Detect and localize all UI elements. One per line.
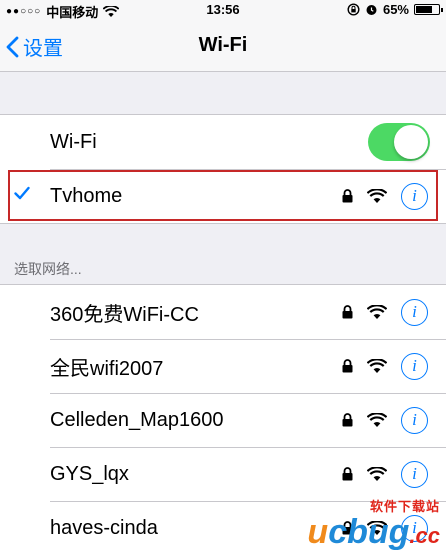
wifi-signal-icon — [367, 412, 387, 427]
info-icon: i — [412, 464, 417, 483]
watermark-wordmark: ucbug.cc — [307, 515, 440, 553]
rotation-lock-icon — [347, 3, 360, 16]
info-button[interactable]: i — [401, 406, 428, 434]
wifi-signal-icon — [367, 466, 387, 481]
info-icon: i — [412, 302, 417, 321]
network-row[interactable]: GYS_lqx i — [0, 447, 446, 501]
network-name: Celleden_Map1600 — [50, 408, 224, 431]
network-name: haves-cinda — [50, 516, 158, 539]
network-row[interactable]: 360免费WiFi-CC i — [0, 285, 446, 339]
info-icon: i — [412, 356, 417, 375]
lock-icon — [342, 413, 353, 427]
navigation-bar: 设置 Wi-Fi — [0, 20, 446, 72]
page-title: Wi-Fi — [198, 34, 248, 56]
status-bar: ●●○○○ 中国移动 13:56 65% — [0, 0, 446, 20]
network-name: 360免费WiFi-CC — [50, 303, 199, 326]
info-button[interactable]: i — [401, 352, 428, 380]
info-button[interactable]: i — [401, 460, 428, 488]
watermark-suffix: .cc — [409, 523, 440, 548]
lock-icon — [342, 305, 353, 319]
alarm-icon — [366, 5, 377, 15]
lock-icon — [342, 359, 353, 373]
info-button[interactable]: i — [401, 298, 428, 326]
wifi-signal-icon — [367, 304, 387, 319]
network-row[interactable]: 全民wifi2007 i — [0, 339, 446, 393]
battery-fill — [416, 6, 432, 13]
wifi-toggle-label: Wi-Fi — [50, 130, 97, 153]
highlight-box — [8, 170, 438, 221]
lock-icon — [342, 467, 353, 481]
network-row[interactable]: Celleden_Map1600 i — [0, 393, 446, 447]
network-name: 全民wifi2007 — [50, 357, 164, 380]
info-icon: i — [412, 410, 417, 429]
wifi-toggle-row: Wi-Fi — [0, 115, 446, 169]
wifi-signal-icon — [367, 358, 387, 373]
wifi-toggle-switch[interactable] — [368, 123, 430, 161]
section-header: 选取网络... — [14, 261, 82, 277]
toggle-knob — [394, 125, 428, 159]
battery-icon — [414, 4, 443, 15]
watermark-letters-cbug: cbug — [328, 513, 410, 551]
network-name: GYS_lqx — [50, 462, 129, 485]
battery-percentage: 65% — [382, 2, 409, 17]
watermark-logo: 软件下载站 ucbug.cc — [307, 496, 440, 553]
watermark-letter-u: u — [307, 513, 329, 551]
